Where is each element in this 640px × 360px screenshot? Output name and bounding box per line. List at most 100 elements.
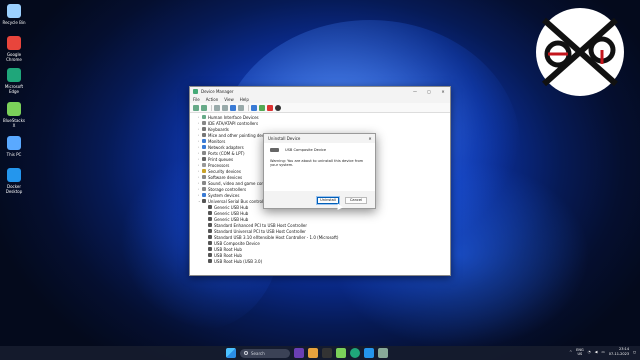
maximize-button[interactable]: ▢ — [422, 89, 436, 94]
device-manager-taskbar-icon[interactable] — [378, 348, 388, 358]
close-button[interactable]: ✕ — [436, 89, 450, 94]
clock[interactable]: 23:14 07-11-2023 — [609, 347, 629, 357]
meet-icon[interactable] — [294, 348, 304, 358]
docker-taskbar-icon[interactable] — [364, 348, 374, 358]
chrome-icon — [7, 36, 21, 50]
dialog-body: USB Composite Device Warning: You are ab… — [264, 143, 375, 191]
monitor-icon[interactable] — [251, 104, 257, 111]
device-category-icon — [208, 253, 212, 257]
menu-view[interactable]: View — [224, 97, 234, 102]
dialog-warning: Warning: You are about to uninstall this… — [270, 159, 364, 167]
help-icon[interactable] — [230, 104, 236, 111]
window-title: Device Manager — [201, 88, 234, 94]
taskbar-search[interactable]: Search — [240, 348, 290, 358]
uninstall-button[interactable]: Uninstall — [317, 196, 339, 204]
device-category-icon — [202, 193, 206, 197]
start-icon[interactable] — [226, 348, 236, 358]
minimize-button[interactable]: — — [408, 89, 422, 94]
toolbar-divider — [211, 104, 212, 111]
device-category-icon — [202, 139, 206, 143]
clock-date: 07-11-2023 — [608, 352, 630, 356]
window-titlebar[interactable]: Device Manager — ▢ ✕ — [190, 87, 450, 95]
bluestacks-taskbar-icon[interactable] — [336, 348, 346, 358]
dialog-titlebar[interactable]: Uninstall Device ✕ — [264, 134, 375, 143]
desktop-icon-label: Google Chrome — [6, 52, 22, 62]
tree-item-label: Monitors — [208, 138, 226, 144]
desktop-icon-label: This PC — [6, 152, 22, 157]
desktop-icon-label: BlueStacks X — [2, 118, 25, 128]
language-indicator[interactable]: ENG US — [576, 348, 584, 356]
tree-item-label: Standard USB 3.10 eXtensible Host Contro… — [214, 234, 339, 240]
ex9-logo — [536, 8, 624, 96]
toolbar — [190, 103, 450, 113]
tree-item-label: Storage controllers — [208, 186, 247, 192]
device-category-icon — [202, 115, 206, 119]
cancel-button[interactable]: Cancel — [345, 196, 367, 204]
uninstall-device-icon[interactable] — [267, 104, 273, 111]
device-category-icon — [202, 181, 206, 185]
device-category-icon — [202, 199, 206, 203]
show-hide-tree-icon[interactable] — [214, 104, 220, 111]
volume-icon[interactable]: ◀ — [595, 350, 598, 354]
usb-device-icon — [270, 148, 279, 152]
tree-item-label: Network adapters — [208, 144, 244, 150]
recycle-bin-icon — [7, 4, 21, 18]
desktop-icon[interactable]: Recycle Bin — [2, 4, 26, 25]
tree-item-label: Security devices — [208, 168, 241, 174]
scan-hardware-icon[interactable] — [275, 104, 281, 111]
tree-item-label: USB Root Hub — [214, 246, 242, 252]
device-category-icon — [202, 175, 206, 179]
wifi-icon[interactable]: ◔ — [588, 350, 591, 354]
search-placeholder: Search — [251, 350, 265, 356]
toolbar-divider — [248, 104, 249, 111]
device-category-icon — [208, 235, 212, 239]
desktop-icon[interactable]: This PC — [2, 136, 26, 157]
edge-icon — [7, 68, 21, 82]
device-category-icon — [208, 211, 212, 215]
tree-item-label: Standard Enhanced PCI to USB Host Contro… — [214, 222, 308, 228]
tree-item-label: USB Root Hub (USB 3.0) — [214, 258, 263, 264]
device-category-icon — [202, 169, 206, 173]
desktop-icon[interactable]: Microsoft Edge — [2, 68, 26, 94]
battery-icon[interactable]: ▭ — [601, 350, 604, 354]
update-driver-icon[interactable] — [238, 104, 244, 111]
dialog-close-button[interactable]: ✕ — [365, 136, 375, 141]
dialog-device: USB Composite Device — [270, 148, 369, 152]
edge-taskbar-icon[interactable] — [350, 348, 360, 358]
desktop-icon[interactable]: Docker Desktop — [2, 168, 26, 194]
device-category-icon — [208, 247, 212, 251]
menu-action[interactable]: Action — [206, 97, 219, 102]
uninstall-device-dialog: Uninstall Device ✕ USB Composite Device … — [263, 133, 376, 209]
tree-item-label: Processors — [208, 162, 230, 168]
taskbar: Search ^ ENG US ◔ ◀ ▭ 23:14 07-11-2023 ◻ — [0, 346, 640, 360]
tree-item-label: Software devices — [208, 174, 243, 180]
desktop-icon[interactable]: BlueStacks X — [2, 102, 26, 128]
menu-help[interactable]: Help — [240, 97, 249, 102]
menu-file[interactable]: File — [193, 97, 200, 102]
tree-item-label: Ports (COM & LPT) — [208, 150, 245, 156]
notification-icon[interactable]: ◻ — [633, 350, 636, 354]
back-icon[interactable] — [193, 104, 199, 111]
tree-item-label: Universal Serial Bus controllers — [208, 198, 271, 204]
dialog-device-name: USB Composite Device — [285, 148, 327, 152]
device-category-icon — [208, 217, 212, 221]
tree-device-item[interactable]: USB Root Hub (USB 3.0) — [190, 258, 450, 264]
desktop-icon[interactable]: Google Chrome — [2, 36, 26, 62]
forward-icon[interactable] — [201, 104, 207, 111]
dialog-buttons: Uninstall Cancel — [264, 191, 375, 209]
properties-icon[interactable] — [222, 104, 228, 111]
desktop-icon-label: Microsoft Edge — [4, 84, 24, 94]
device-category-icon — [202, 145, 206, 149]
enable-device-icon[interactable] — [259, 104, 265, 111]
device-category-icon — [202, 151, 206, 155]
device-category-icon — [208, 259, 212, 263]
device-category-icon — [202, 127, 206, 131]
store-icon[interactable] — [322, 348, 332, 358]
docker-icon — [7, 168, 21, 182]
desktop-icon-label: Recycle Bin — [2, 20, 26, 25]
file-explorer-icon[interactable] — [308, 348, 318, 358]
device-category-icon — [202, 157, 206, 161]
bluestacks-icon — [7, 102, 21, 116]
tree-item-label: Generic USB Hub — [214, 216, 249, 222]
tray-chevron-icon[interactable]: ^ — [569, 350, 572, 354]
